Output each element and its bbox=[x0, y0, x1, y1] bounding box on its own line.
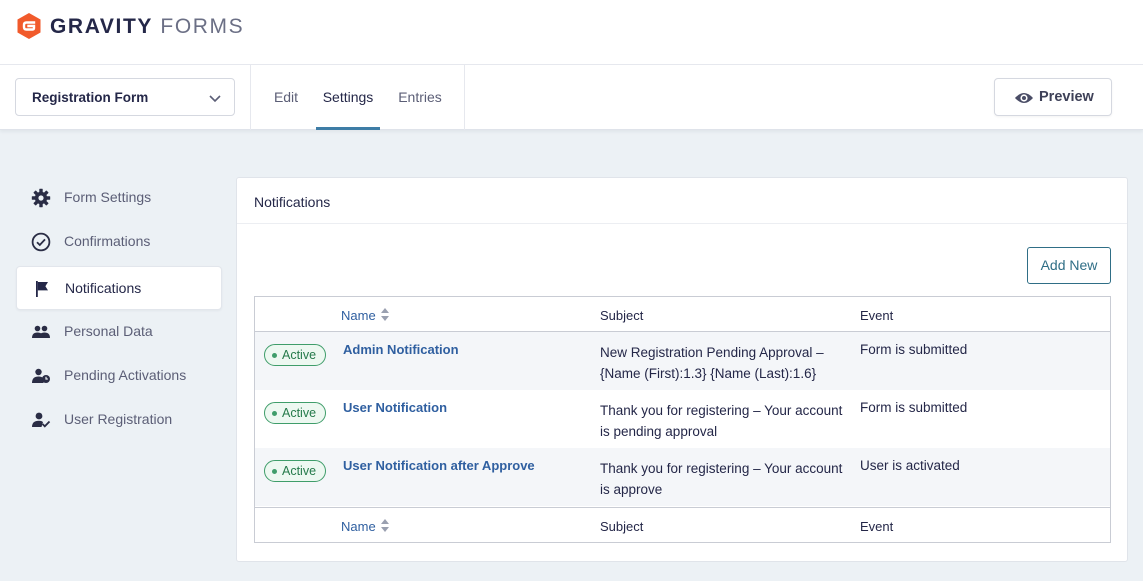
sidebar-item-form-settings[interactable]: Form Settings bbox=[16, 176, 222, 220]
status-badge-label: Active bbox=[282, 464, 317, 478]
notifications-table: Name Subject Event Active Admin Notifica… bbox=[254, 296, 1111, 543]
notification-subject: Thank you for registering – Your account… bbox=[600, 403, 843, 439]
tab-edit[interactable]: Edit bbox=[268, 65, 304, 130]
status-dot bbox=[272, 469, 277, 474]
panel-title: Notifications bbox=[254, 194, 331, 210]
notification-event: Form is submitted bbox=[860, 342, 968, 357]
status-dot bbox=[272, 353, 277, 358]
preview-button-label: Preview bbox=[1039, 89, 1094, 105]
notification-subject: Thank you for registering – Your account… bbox=[600, 461, 843, 497]
check-circle-icon bbox=[31, 232, 51, 252]
notification-event: User is activated bbox=[860, 458, 960, 473]
tab-entries[interactable]: Entries bbox=[393, 65, 447, 130]
user-check-icon bbox=[32, 412, 51, 428]
column-footer-name[interactable]: Name bbox=[341, 519, 376, 534]
brand-bar: GRAVITY FORMS bbox=[0, 0, 1143, 65]
notification-event: Form is submitted bbox=[860, 400, 968, 415]
gear-icon bbox=[31, 188, 51, 208]
chevron-down-icon bbox=[209, 95, 221, 103]
notification-name-link[interactable]: User Notification after Approve bbox=[343, 458, 535, 473]
table-row: Active Admin Notification New Registrati… bbox=[255, 332, 1110, 390]
panel-header: Notifications bbox=[237, 178, 1127, 224]
sidebar-item-confirmations[interactable]: Confirmations bbox=[16, 220, 222, 264]
form-switcher-dropdown[interactable]: Registration Form bbox=[15, 78, 235, 116]
gravity-forms-logo-icon bbox=[17, 13, 41, 39]
sidebar-item-pending-activations[interactable]: Pending Activations bbox=[16, 354, 222, 398]
status-badge[interactable]: Active bbox=[264, 460, 326, 482]
form-toolbar: Registration Form Edit Settings Entries … bbox=[0, 65, 1143, 130]
status-dot bbox=[272, 411, 277, 416]
sort-icon[interactable] bbox=[380, 518, 390, 533]
users-icon bbox=[32, 325, 50, 338]
eye-icon bbox=[1015, 93, 1033, 103]
notification-name-link[interactable]: User Notification bbox=[343, 400, 447, 415]
brand-name-strong: GRAVITY bbox=[50, 15, 153, 38]
column-header-subject: Subject bbox=[600, 308, 644, 323]
column-header-name[interactable]: Name bbox=[341, 308, 376, 323]
sidebar-item-label: User Registration bbox=[64, 411, 173, 427]
sidebar-item-label: Personal Data bbox=[64, 323, 153, 339]
status-badge[interactable]: Active bbox=[264, 402, 326, 424]
status-badge[interactable]: Active bbox=[264, 344, 326, 366]
sidebar-item-personal-data[interactable]: Personal Data bbox=[16, 310, 222, 354]
user-clock-icon bbox=[32, 368, 50, 383]
toolbar-divider bbox=[464, 65, 465, 130]
notifications-panel: Notifications Add New Name Subject Event… bbox=[236, 177, 1128, 562]
sidebar-item-user-registration[interactable]: User Registration bbox=[16, 398, 222, 442]
add-new-button[interactable]: Add New bbox=[1027, 247, 1111, 284]
sidebar-item-label: Confirmations bbox=[64, 233, 151, 249]
flag-icon bbox=[36, 281, 48, 297]
toolbar-divider bbox=[250, 65, 251, 130]
table-header: Name Subject Event bbox=[255, 297, 1110, 332]
table-footer: Name Subject Event bbox=[255, 507, 1110, 542]
column-footer-event: Event bbox=[860, 519, 894, 534]
table-row: Active User Notification Thank you for r… bbox=[255, 390, 1110, 448]
brand-name-light: FORMS bbox=[160, 15, 245, 38]
table-row: Active User Notification after Approve T… bbox=[255, 448, 1110, 506]
sort-icon[interactable] bbox=[380, 307, 390, 322]
notification-subject: New Registration Pending Approval – {Nam… bbox=[600, 345, 824, 381]
tab-settings[interactable]: Settings bbox=[316, 65, 380, 130]
status-badge-label: Active bbox=[282, 406, 317, 420]
column-header-event: Event bbox=[860, 308, 894, 323]
form-switcher-label: Registration Form bbox=[32, 90, 149, 105]
sidebar-item-label: Pending Activations bbox=[64, 367, 187, 383]
brand-name: GRAVITY FORMS bbox=[50, 14, 244, 40]
sidebar-item-notifications[interactable]: Notifications bbox=[16, 266, 222, 310]
status-badge-label: Active bbox=[282, 348, 317, 362]
sidebar-item-label: Form Settings bbox=[64, 189, 152, 205]
preview-button[interactable]: Preview bbox=[994, 78, 1112, 116]
column-footer-subject: Subject bbox=[600, 519, 644, 534]
notification-name-link[interactable]: Admin Notification bbox=[343, 342, 459, 357]
sidebar-item-label: Notifications bbox=[65, 280, 142, 296]
